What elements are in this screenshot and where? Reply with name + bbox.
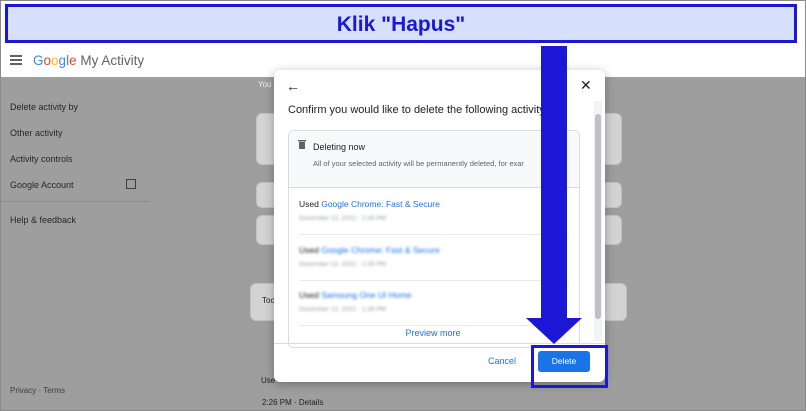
screenshot-frame	[0, 0, 806, 411]
